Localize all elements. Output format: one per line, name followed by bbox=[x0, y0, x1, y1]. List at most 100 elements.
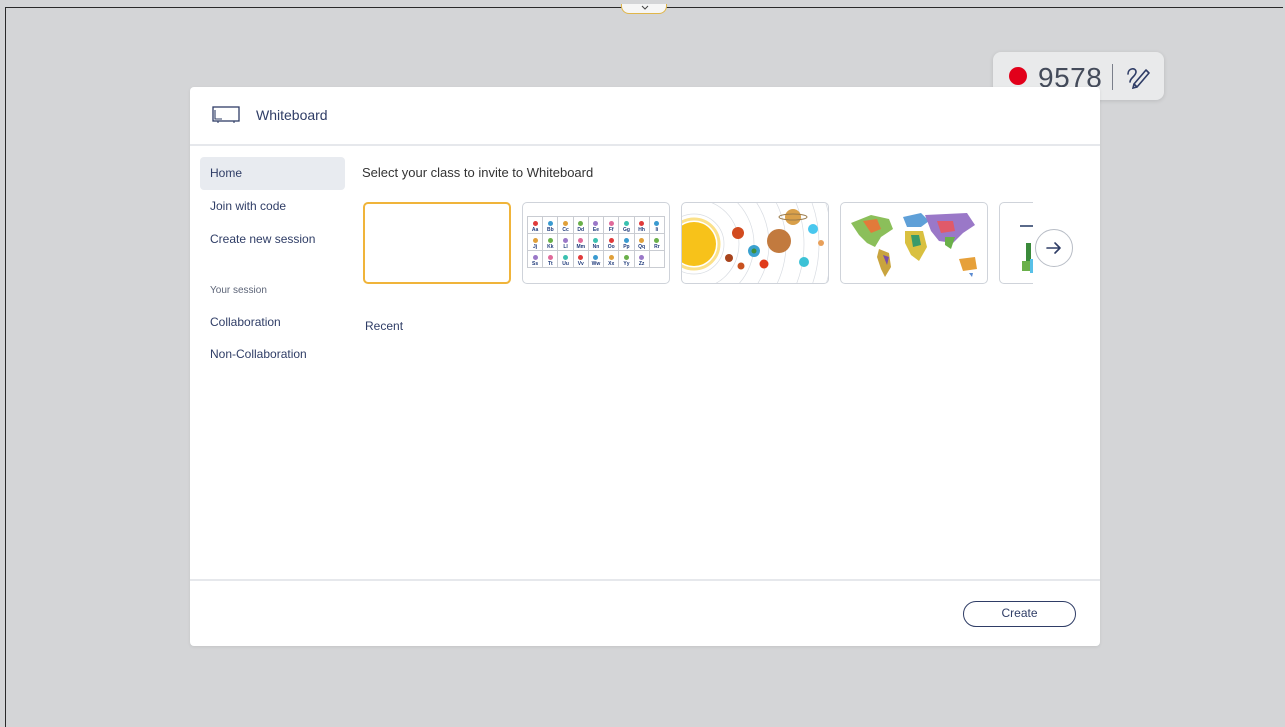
dialog-footer: Create bbox=[190, 579, 1100, 648]
create-button[interactable]: Create bbox=[963, 601, 1076, 627]
sidebar-item-home[interactable]: Home bbox=[200, 157, 345, 190]
partial-template-image bbox=[1020, 225, 1033, 273]
alphabet-letter: Cc bbox=[562, 227, 569, 233]
template-solar-system[interactable] bbox=[681, 202, 829, 284]
your-session-heading: Your session bbox=[210, 285, 267, 296]
alphabet-picture-icon bbox=[608, 238, 614, 243]
alphabet-cell: Dd bbox=[572, 216, 589, 234]
alphabet-cell: Xx bbox=[603, 250, 620, 268]
alphabet-cell: Mm bbox=[572, 233, 589, 251]
alphabet-cell: Tt bbox=[542, 250, 559, 268]
alphabet-letter: Vv bbox=[577, 261, 584, 267]
alphabet-picture-icon bbox=[578, 255, 584, 260]
alphabet-cell: Zz bbox=[633, 250, 650, 268]
alphabet-cell: Uu bbox=[557, 250, 574, 268]
top-pull-tab[interactable] bbox=[621, 4, 667, 14]
alphabet-letter: Ff bbox=[608, 227, 614, 233]
alphabet-letter: Jj bbox=[533, 244, 538, 250]
alphabet-cell: Ii bbox=[648, 216, 666, 234]
alphabet-letter: Uu bbox=[562, 261, 569, 267]
alphabet-cell: Cc bbox=[557, 216, 574, 234]
alphabet-cell bbox=[648, 250, 666, 268]
template-alphabet-chart[interactable]: Aa Bb Cc Dd Ee Ff Gg Hh Ii Jj Kk Ll Mm Nn Oo Pp Qq Rr Ss Tt… bbox=[522, 202, 670, 284]
alphabet-cell: Gg bbox=[618, 216, 635, 234]
template-blank[interactable] bbox=[363, 202, 511, 284]
alphabet-picture-icon bbox=[547, 238, 553, 243]
alphabet-cell: Pp bbox=[618, 233, 635, 251]
alphabet-picture-icon bbox=[578, 221, 584, 226]
alphabet-picture-icon bbox=[654, 238, 660, 243]
alphabet-letter: Ll bbox=[563, 244, 568, 250]
alphabet-cell: Rr bbox=[648, 233, 666, 251]
alphabet-cell: Jj bbox=[526, 233, 544, 251]
alphabet-cell: Ll bbox=[557, 233, 574, 251]
alphabet-picture-icon bbox=[532, 255, 538, 260]
alphabet-picture-icon bbox=[593, 221, 599, 226]
alphabet-cell: Ww bbox=[587, 250, 605, 268]
alphabet-letter: Aa bbox=[531, 227, 539, 233]
alphabet-picture-icon bbox=[623, 238, 629, 243]
alphabet-picture-icon bbox=[563, 238, 569, 243]
alphabet-picture-icon bbox=[547, 221, 553, 226]
alphabet-picture-icon bbox=[623, 255, 629, 260]
alphabet-cell: Vv bbox=[572, 250, 589, 268]
carousel-next-button[interactable] bbox=[1035, 229, 1073, 267]
record-dot-icon bbox=[1009, 67, 1027, 85]
alphabet-letter: Zz bbox=[638, 261, 645, 267]
arrow-right-icon bbox=[1046, 242, 1061, 254]
alphabet-cell: Ff bbox=[603, 216, 620, 234]
alphabet-letter: Bb bbox=[546, 227, 554, 233]
sidebar-item-label: Home bbox=[210, 166, 243, 180]
divider bbox=[1112, 64, 1113, 90]
template-world-map[interactable] bbox=[840, 202, 988, 284]
alphabet-letter: Ii bbox=[655, 227, 659, 233]
alphabet-letter: Qq bbox=[638, 244, 646, 250]
alphabet-letter: Ww bbox=[591, 261, 601, 267]
sidebar-item-non-collaboration[interactable]: Non-Collaboration bbox=[200, 338, 345, 371]
sidebar-item-label: Create new session bbox=[210, 232, 316, 246]
alphabet-picture-icon bbox=[623, 221, 629, 226]
alphabet-cell: Ee bbox=[587, 216, 605, 234]
alphabet-picture-icon bbox=[608, 221, 614, 226]
alphabet-cell: Nn bbox=[587, 233, 605, 251]
whiteboard-dialog: Whiteboard Home Join with code Create ne… bbox=[190, 87, 1100, 646]
alphabet-cell: Ss bbox=[526, 250, 544, 268]
template-partial[interactable] bbox=[999, 202, 1033, 284]
alphabet-cell: Kk bbox=[542, 233, 559, 251]
alphabet-picture-icon bbox=[532, 221, 538, 226]
alphabet-picture-icon bbox=[578, 238, 584, 243]
solar-system-image bbox=[682, 203, 828, 283]
alphabet-letter: Ss bbox=[532, 261, 539, 267]
sidebar-item-join-with-code[interactable]: Join with code bbox=[200, 190, 345, 223]
recent-heading: Recent bbox=[365, 319, 404, 333]
alphabet-letter: Ee bbox=[592, 227, 600, 233]
alphabet-letter: Xx bbox=[608, 261, 615, 267]
alphabet-picture-icon bbox=[547, 255, 553, 260]
pen-icon[interactable] bbox=[1124, 62, 1152, 90]
alphabet-letter: Yy bbox=[623, 261, 630, 267]
template-carousel: Aa Bb Cc Dd Ee Ff Gg Hh Ii Jj Kk Ll Mm Nn Oo Pp Qq Rr Ss Tt… bbox=[362, 201, 1033, 287]
world-map-image bbox=[851, 213, 977, 277]
alphabet-letter: Nn bbox=[592, 244, 600, 250]
alphabet-letter: Rr bbox=[654, 244, 660, 250]
alphabet-cell: Hh bbox=[633, 216, 650, 234]
alphabet-letter: Tt bbox=[547, 261, 553, 267]
alphabet-cell: Yy bbox=[618, 250, 635, 268]
alphabet-letter: Dd bbox=[577, 227, 585, 233]
sidebar-item-label: Join with code bbox=[210, 199, 287, 213]
sidebar-item-label: Collaboration bbox=[210, 315, 281, 329]
alphabet-letter: Hh bbox=[638, 227, 645, 233]
alphabet-letter: Oo bbox=[607, 244, 615, 250]
sidebar-item-collaboration[interactable]: Collaboration bbox=[200, 306, 345, 339]
alphabet-cell: Aa bbox=[526, 216, 544, 234]
alphabet-cell: Qq bbox=[633, 233, 650, 251]
alphabet-picture-icon bbox=[563, 221, 569, 226]
sidebar-item-label: Non-Collaboration bbox=[210, 347, 307, 361]
alphabet-picture-icon bbox=[639, 221, 645, 226]
alphabet-letter: Gg bbox=[622, 227, 630, 233]
whiteboard-icon bbox=[212, 106, 240, 123]
alphabet-cell: Bb bbox=[542, 216, 559, 234]
alphabet-picture-icon bbox=[608, 255, 614, 260]
sidebar-item-create-new-session[interactable]: Create new session bbox=[200, 223, 345, 256]
alphabet-cell: Oo bbox=[603, 233, 620, 251]
